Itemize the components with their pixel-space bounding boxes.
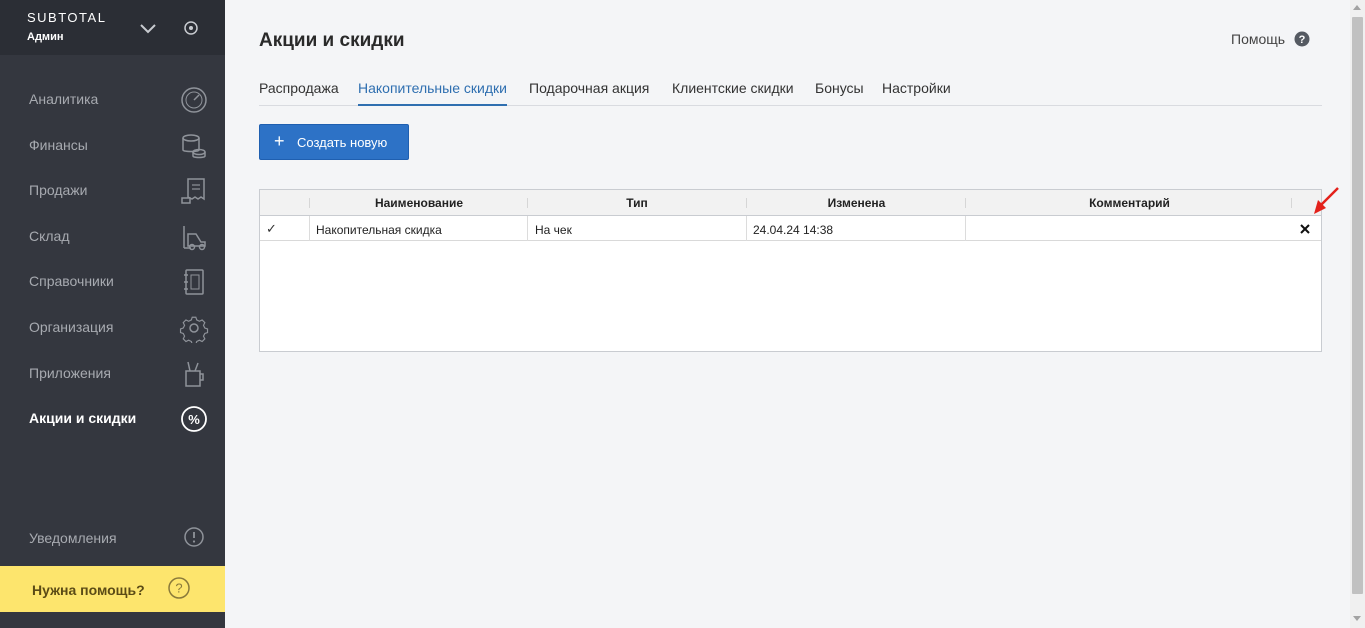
sidebar: SUBTOTAL Админ Аналитика Финансы Продажи <box>0 0 225 628</box>
tab-client-discounts[interactable]: Клиентские скидки <box>672 80 794 106</box>
cell-changed: 24.04.24 14:38 <box>753 223 834 237</box>
tab-bonuses[interactable]: Бонусы <box>815 80 864 106</box>
column-separator <box>1291 198 1292 208</box>
sidebar-item-label: Уведомления <box>29 530 117 546</box>
discounts-table: Наименование Тип Изменена Комментарий ✓ … <box>259 189 1322 352</box>
forklift-icon <box>183 226 206 251</box>
sidebar-item-label: Акции и скидки <box>29 410 137 426</box>
user-role: Админ <box>27 31 64 43</box>
sidebar-item-label: Продажи <box>29 182 88 198</box>
tab-gift-promo[interactable]: Подарочная акция <box>529 80 649 106</box>
receipt-icon <box>181 178 205 204</box>
column-header-comment[interactable]: Комментарий <box>966 196 1293 210</box>
plus-icon: + <box>274 131 285 151</box>
sidebar-item-notifications[interactable]: Уведомления <box>0 519 225 559</box>
percent-badge-icon: % <box>181 406 207 432</box>
target-icon[interactable] <box>183 20 199 36</box>
speedometer-icon <box>181 87 207 113</box>
cell-name: Накопительная скидка <box>316 223 442 237</box>
exclamation-icon <box>184 527 204 547</box>
tools-cup-icon <box>185 361 204 387</box>
svg-text:?: ? <box>175 581 182 596</box>
sidebar-item-warehouse[interactable]: Склад <box>0 217 225 257</box>
column-header-type[interactable]: Тип <box>528 196 746 210</box>
question-circle-icon: ? <box>168 577 190 599</box>
tab-settings[interactable]: Настройки <box>882 80 951 106</box>
sidebar-item-label: Финансы <box>29 137 88 153</box>
scroll-down-arrow-icon[interactable] <box>1353 616 1361 621</box>
cell-divider <box>527 216 528 241</box>
column-header-changed[interactable]: Изменена <box>747 196 966 210</box>
cell-type: На чек <box>535 223 572 237</box>
cell-divider <box>309 216 310 241</box>
sidebar-item-sales[interactable]: Продажи <box>0 171 225 211</box>
help-link[interactable]: Помощь <box>1231 31 1285 47</box>
tab-sale[interactable]: Распродажа <box>259 80 339 106</box>
sidebar-item-label: Склад <box>29 228 70 244</box>
column-header-name[interactable]: Наименование <box>310 196 528 210</box>
create-new-button[interactable]: + Создать новую <box>259 124 409 160</box>
svg-text:%: % <box>188 412 200 427</box>
sidebar-item-promotions[interactable]: Акции и скидки % <box>0 399 225 439</box>
brand-name: SUBTOTAL <box>27 10 107 25</box>
cell-divider <box>746 216 747 241</box>
need-help-button[interactable]: Нужна помощь? ? <box>0 566 225 612</box>
sidebar-item-label: Аналитика <box>29 91 99 107</box>
sidebar-header: SUBTOTAL Админ <box>0 0 225 55</box>
notebook-icon <box>184 269 204 295</box>
table-header: Наименование Тип Изменена Комментарий <box>260 190 1321 216</box>
close-icon[interactable] <box>1298 222 1312 236</box>
cell-divider <box>965 216 966 241</box>
sidebar-item-analytics[interactable]: Аналитика <box>0 80 225 120</box>
sidebar-item-apps[interactable]: Приложения <box>0 354 225 394</box>
create-new-label: Создать новую <box>297 135 388 150</box>
help-question-icon[interactable]: ? <box>1294 31 1310 47</box>
tab-cumulative-discounts[interactable]: Накопительные скидки <box>358 80 507 106</box>
sidebar-item-label: Приложения <box>29 365 111 381</box>
checkmark-icon: ✓ <box>266 221 277 236</box>
table-row[interactable]: ✓ Накопительная скидка На чек 24.04.24 1… <box>260 216 1321 241</box>
svg-text:?: ? <box>1299 34 1306 46</box>
scroll-up-arrow-icon[interactable] <box>1353 5 1361 10</box>
vertical-scrollbar[interactable] <box>1350 0 1365 628</box>
sidebar-item-label: Справочники <box>29 273 114 289</box>
page-title: Акции и скидки <box>259 30 405 51</box>
sidebar-item-directories[interactable]: Справочники <box>0 262 225 302</box>
coins-icon <box>182 134 206 159</box>
gear-icon <box>179 316 209 343</box>
chevron-down-icon[interactable] <box>138 18 158 38</box>
sidebar-item-organization[interactable]: Организация <box>0 308 225 348</box>
scrollbar-thumb[interactable] <box>1352 17 1363 594</box>
annotation-arrow-icon <box>1314 187 1339 214</box>
need-help-label: Нужна помощь? <box>32 582 145 598</box>
tab-bar: Распродажа Накопительные скидки Подарочн… <box>259 80 1322 106</box>
sidebar-item-finance[interactable]: Финансы <box>0 126 225 166</box>
sidebar-item-label: Организация <box>29 319 114 335</box>
